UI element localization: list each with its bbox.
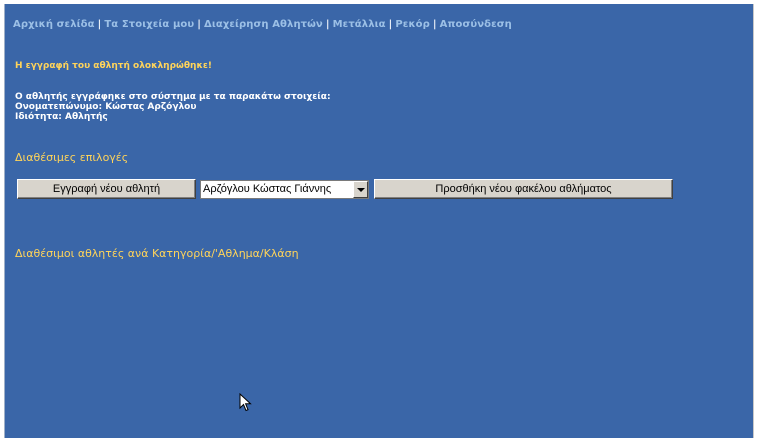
details-intro: Ο αθλητής εγγράφηκε στο σύστημα με τα πα… (15, 92, 331, 102)
available-athletes-title: Διαθέσιμοι αθλητές ανά Κατηγορία/'Αθλημα… (15, 247, 299, 260)
nav-link-records[interactable]: Ρεκόρ (395, 19, 430, 30)
athlete-select-value: Αρζόγλου Κώστας Γιάννης (203, 183, 332, 195)
athlete-select[interactable]: Αρζόγλου Κώστας Γιάννης (200, 180, 369, 199)
success-message: Η εγγραφή του αθλητή ολοκληρώθηκε! (15, 61, 212, 71)
nav-separator: | (197, 19, 202, 30)
nav-link-home[interactable]: Αρχική σελίδα (13, 19, 95, 30)
registration-details: Ο αθλητής εγγράφηκε στο σύστημα με τα πα… (15, 92, 331, 122)
main-frame: Αρχική σελίδα | Τα Στοιχεία μου | Διαχείρηση… (4, 4, 754, 438)
nav-separator: | (432, 19, 437, 30)
nav-link-logout[interactable]: Αποσύνδεση (440, 19, 512, 30)
nav-link-manage-athletes[interactable]: Διαχείρηση Αθλητών (204, 19, 323, 30)
add-sport-folder-button[interactable]: Προσθήκη νέου φακέλου αθλήματος (374, 179, 673, 199)
nav-separator: | (97, 19, 102, 30)
available-options-title: Διαθέσιμες επιλογές (15, 151, 129, 164)
details-role: Ιδιότητα: Αθλητής (15, 112, 108, 122)
vertical-scrollbar[interactable] (753, 4, 762, 438)
nav-link-medals[interactable]: Μετάλλια (333, 19, 386, 30)
mouse-pointer-icon (239, 393, 252, 412)
nav-separator: | (388, 19, 393, 30)
nav-separator: | (325, 19, 330, 30)
details-fullname: Ονοματεπώνυμο: Κώστας Αρζόγλου (15, 102, 197, 112)
top-navigation: Αρχική σελίδα | Τα Στοιχεία μου | Διαχείρηση… (13, 19, 512, 30)
register-new-athlete-button[interactable]: Εγγραφή νέου αθλητή (17, 179, 196, 199)
nav-link-my-details[interactable]: Τα Στοιχεία μου (104, 19, 194, 30)
dropdown-arrow-icon[interactable] (353, 181, 368, 198)
